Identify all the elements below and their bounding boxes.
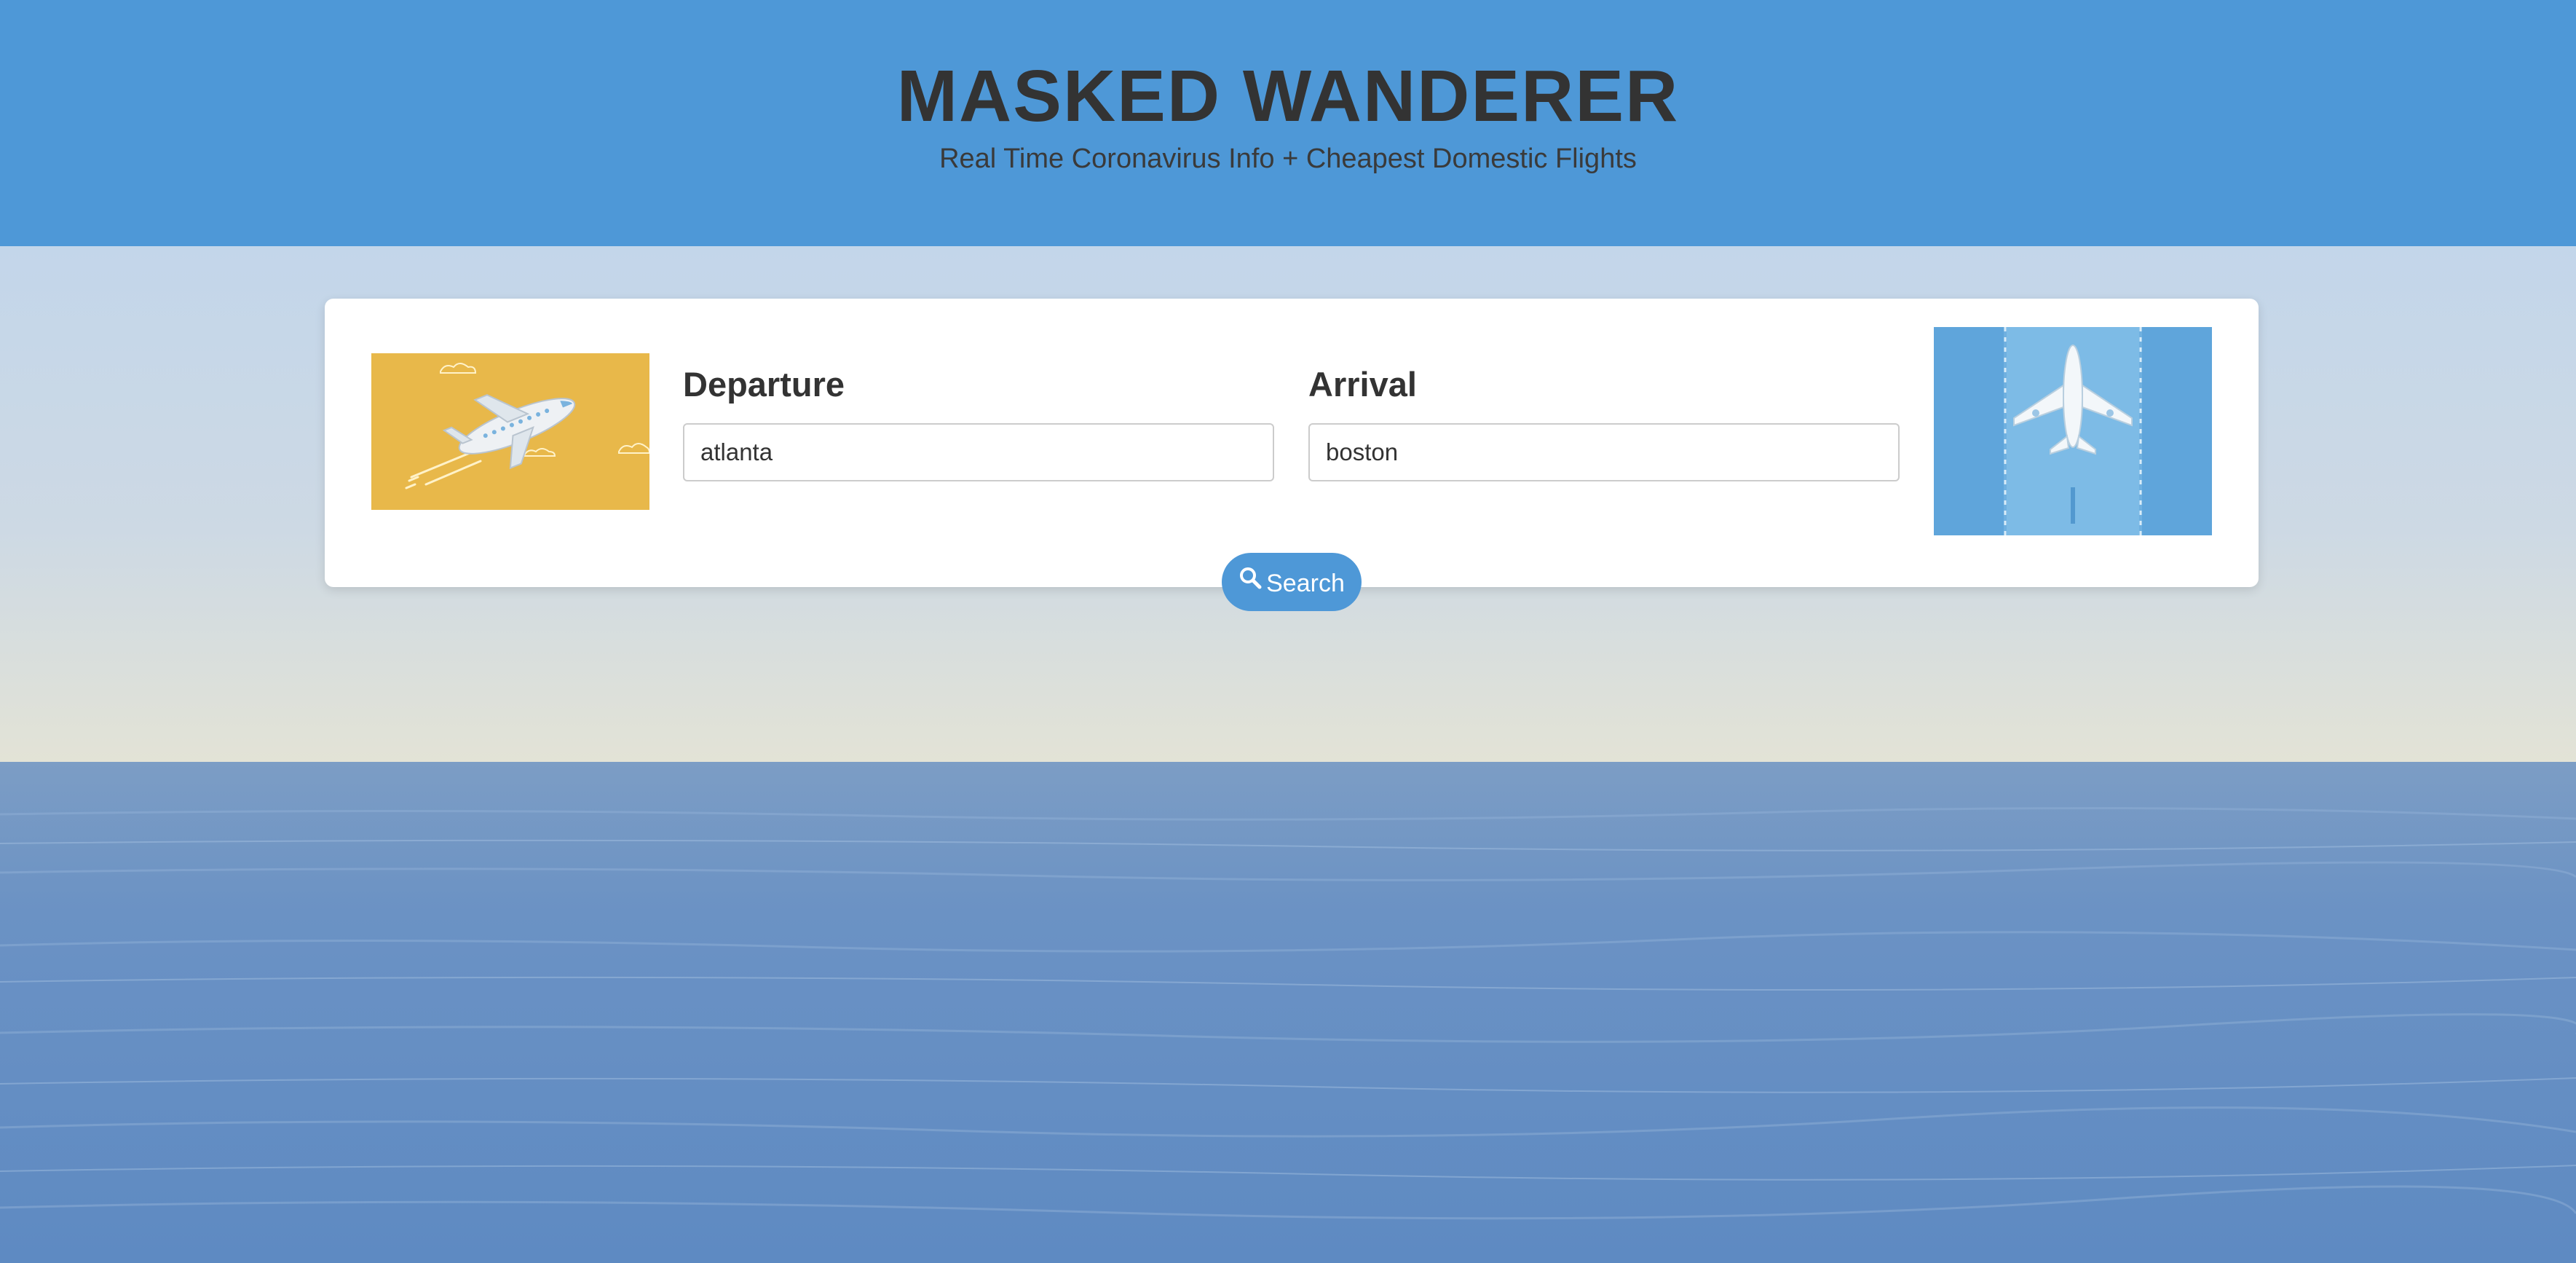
site-title: MASKED WANDERER <box>896 55 1680 137</box>
departure-input[interactable] <box>683 423 1274 481</box>
arrival-input[interactable] <box>1308 423 1900 481</box>
airplane-flying-illustration <box>371 353 651 510</box>
site-header: MASKED WANDERER Real Time Coronavirus In… <box>0 0 2576 246</box>
arrival-label: Arrival <box>1308 365 1417 404</box>
departure-label: Departure <box>683 365 845 404</box>
site-subtitle: Real Time Coronavirus Info + Cheapest Do… <box>939 143 1637 174</box>
search-button-label: Search <box>1266 570 1345 598</box>
airplane-runway-illustration <box>1934 327 2212 535</box>
search-button[interactable]: Search <box>1222 553 1362 611</box>
search-icon <box>1238 552 1262 610</box>
